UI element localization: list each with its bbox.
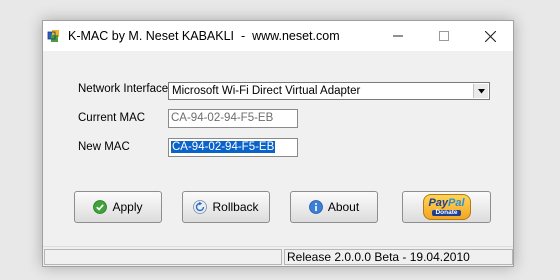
status-panel-empty — [44, 249, 282, 265]
dropdown-button[interactable] — [473, 84, 488, 98]
new-mac-value: CA-94-02-94-F5-EB — [171, 141, 276, 153]
apply-label: Apply — [112, 200, 143, 214]
apply-button[interactable]: Apply — [74, 191, 162, 223]
title-bar[interactable]: K-MAC by M. Neset KABAKLI - www.neset.co… — [43, 21, 513, 51]
minimize-icon — [393, 35, 403, 37]
about-button[interactable]: About — [290, 191, 378, 223]
paypal-logo: PayPal Donate — [422, 194, 471, 220]
paypal-donate-label: Donate — [432, 209, 461, 217]
status-release: Release 2.0.0.0 Beta - 19.04.2010 — [284, 249, 513, 265]
close-icon — [484, 30, 496, 42]
new-mac-label: New MAC — [78, 141, 130, 153]
current-mac-label: Current MAC — [78, 112, 146, 124]
current-mac-field[interactable]: CA-94-02-94-F5-EB — [168, 109, 298, 128]
minimize-button[interactable] — [375, 21, 421, 51]
window-title: K-MAC by M. Neset KABAKLI - www.neset.co… — [68, 29, 340, 43]
new-mac-field[interactable]: CA-94-02-94-F5-EB — [168, 138, 298, 157]
network-interface-value: Microsoft Wi-Fi Direct Virtual Adapter — [172, 85, 361, 97]
maximize-icon — [439, 31, 449, 41]
about-label: About — [327, 200, 360, 214]
network-interface-label: Network Interface — [78, 83, 169, 95]
kmac-window: K-MAC by M. Neset KABAKLI - www.neset.co… — [42, 20, 514, 267]
chevron-down-icon — [477, 88, 485, 93]
app-icon — [47, 30, 59, 42]
info-icon — [308, 200, 323, 214]
maximize-button[interactable] — [421, 21, 467, 51]
status-bar: Release 2.0.0.0 Beta - 19.04.2010 — [43, 246, 513, 266]
close-button[interactable] — [467, 21, 513, 51]
network-interface-select[interactable]: Microsoft Wi-Fi Direct Virtual Adapter — [168, 82, 490, 100]
rollback-icon — [193, 200, 208, 214]
check-icon — [93, 200, 108, 214]
paypal-word-pal: Pal — [448, 196, 465, 209]
paypal-donate-button[interactable]: PayPal Donate — [402, 191, 491, 223]
rollback-label: Rollback — [212, 200, 259, 214]
rollback-button[interactable]: Rollback — [182, 191, 270, 223]
paypal-word-pay: Pay — [428, 196, 449, 209]
